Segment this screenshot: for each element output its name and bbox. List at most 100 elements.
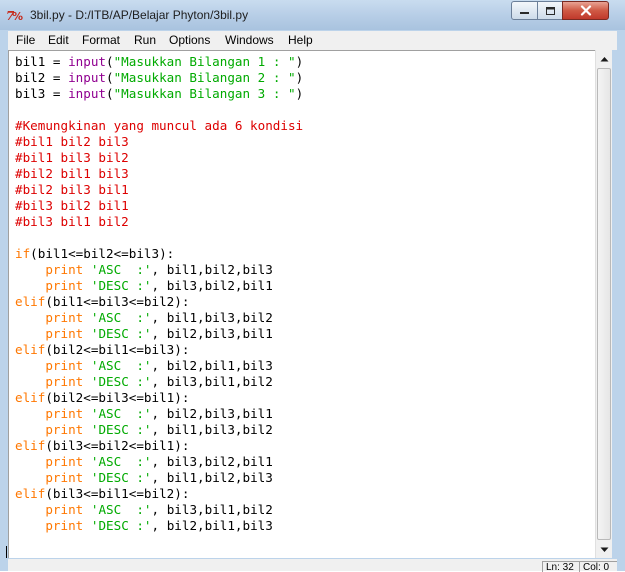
code-line[interactable]: print 'ASC :', bil2,bil3,bil1 [15,406,303,422]
menu-format[interactable]: Format [82,33,120,47]
code-line[interactable]: print 'DESC :', bil3,bil2,bil1 [15,278,303,294]
menu-help[interactable]: Help [288,33,313,47]
code-line[interactable]: elif(bil2<=bil1<=bil3): [15,342,303,358]
maximize-icon [545,6,555,15]
menu-options[interactable]: Options [169,33,210,47]
code-token-keyword: print [45,406,84,421]
code-token-string: 'ASC :' [90,502,152,517]
code-token-default: (bil1<=bil2<=bil3): [30,246,175,261]
code-token-default: , bil1,bil3,bil2 [151,310,273,325]
code-line[interactable]: print 'DESC :', bil1,bil2,bil3 [15,470,303,486]
code-line[interactable]: print 'ASC :', bil3,bil1,bil2 [15,502,303,518]
code-token-default [83,262,91,277]
code-line[interactable]: bil1 = input("Masukkan Bilangan 1 : ") [15,54,303,70]
menu-windows[interactable]: Windows [225,33,274,47]
code-token-string: 'DESC :' [90,518,152,533]
code-token-default [15,374,45,389]
code-line[interactable]: #bil3 bil1 bil2 [15,214,303,230]
minimize-button[interactable] [511,1,538,20]
code-line[interactable]: elif(bil3<=bil1<=bil2): [15,486,303,502]
code-token-default: bil2 = [15,70,69,85]
code-line[interactable]: print 'ASC :', bil1,bil3,bil2 [15,310,303,326]
code-line[interactable]: #bil3 bil2 bil1 [15,198,303,214]
code-line[interactable]: if(bil1<=bil2<=bil3): [15,246,303,262]
code-editor[interactable]: bil1 = input("Masukkan Bilangan 1 : ") bi… [8,50,595,558]
status-column-number: Col: 0 [579,561,617,572]
scroll-down-button[interactable] [596,541,613,558]
code-line[interactable]: #Kemungkinan yang muncul ada 6 kondisi [15,118,303,134]
code-line[interactable]: print 'ASC :', bil3,bil2,bil1 [15,454,303,470]
vertical-scrollbar[interactable] [595,50,612,558]
code-line[interactable]: #bil2 bil3 bil1 [15,182,303,198]
minimize-icon [520,12,529,14]
code-token-string: 'DESC :' [90,422,152,437]
code-token-keyword: print [45,278,84,293]
code-token-default [15,262,45,277]
code-token-string: 'DESC :' [90,470,152,485]
code-line[interactable]: elif(bil3<=bil2<=bil1): [15,438,303,454]
arrow-up-icon [600,56,609,61]
code-token-builtin: input [68,86,106,101]
code-token-default [83,518,91,533]
code-token-default: ) [295,54,304,69]
code-line[interactable]: print 'ASC :', bil2,bil1,bil3 [15,358,303,374]
code-token-default [15,406,45,421]
code-line[interactable] [15,102,303,118]
code-line[interactable]: print 'ASC :', bil1,bil2,bil3 [15,262,303,278]
code-line[interactable]: bil3 = input("Masukkan Bilangan 3 : ") [15,86,303,102]
menu-file[interactable]: File [16,33,35,47]
code-line[interactable]: #bil2 bil1 bil3 [15,166,303,182]
code-token-string: 'ASC :' [90,454,152,469]
code-token-default [83,406,91,421]
code-line[interactable]: #bil1 bil3 bil2 [15,150,303,166]
code-token-default [15,310,45,325]
code-token-comment: #bil1 bil2 bil3 [15,134,129,149]
code-line[interactable]: #bil1 bil2 bil3 [15,134,303,150]
code-token-default: ( [106,70,114,85]
code-token-comment: #Kemungkinan yang muncul ada 6 kondisi [15,118,304,133]
menu-edit[interactable]: Edit [48,33,69,47]
code-token-string: 'ASC :' [90,262,152,277]
code-line[interactable]: print 'DESC :', bil3,bil1,bil2 [15,374,303,390]
code-token-builtin: input [68,70,106,85]
code-token-default [15,278,45,293]
code-token-keyword: print [45,374,84,389]
code-line[interactable]: print 'DESC :', bil1,bil3,bil2 [15,422,303,438]
code-token-default: , bil1,bil2,bil3 [151,470,273,485]
code-token-default [83,470,91,485]
code-token-keyword: print [45,518,84,533]
code-token-default: ( [106,54,114,69]
code-token-keyword: print [45,422,84,437]
code-line[interactable]: print 'DESC :', bil2,bil3,bil1 [15,326,303,342]
title-bar[interactable]: 7 % 3bil.py - D:/ITB/AP/Belajar Phyton/3… [0,0,625,30]
code-token-comment: #bil3 bil1 bil2 [15,214,129,229]
code-token-default [83,502,91,517]
code-line[interactable]: print 'DESC :', bil2,bil1,bil3 [15,518,303,534]
code-token-default [83,374,91,389]
menu-run[interactable]: Run [134,33,156,47]
code-token-default [15,502,45,517]
code-token-default: (bil3<=bil1<=bil2): [45,486,190,501]
code-token-keyword: print [45,502,84,517]
code-token-keyword: print [45,470,84,485]
code-line[interactable] [15,230,303,246]
scroll-up-button[interactable] [596,50,613,67]
scroll-thumb[interactable] [597,68,611,540]
code-token-default [83,326,91,341]
code-line[interactable]: elif(bil1<=bil3<=bil2): [15,294,303,310]
code-token-builtin: input [68,54,106,69]
maximize-button[interactable] [537,1,563,20]
svg-text:%: % [12,10,23,23]
code-line[interactable]: bil2 = input("Masukkan Bilangan 2 : ") [15,70,303,86]
code-token-default: (bil1<=bil3<=bil2): [45,294,190,309]
code-token-default: bil3 = [15,86,69,101]
code-token-default: , bil1,bil2,bil3 [151,262,273,277]
code-token-default [83,358,91,373]
code-line[interactable]: elif(bil2<=bil3<=bil1): [15,390,303,406]
code-token-default: , bil3,bil2,bil1 [151,278,273,293]
code-token-default: ) [295,86,304,101]
close-button[interactable] [562,1,609,20]
code-token-default [15,518,45,533]
code-text-area[interactable]: bil1 = input("Masukkan Bilangan 1 : ") bi… [15,54,303,534]
code-token-keyword: print [45,358,84,373]
